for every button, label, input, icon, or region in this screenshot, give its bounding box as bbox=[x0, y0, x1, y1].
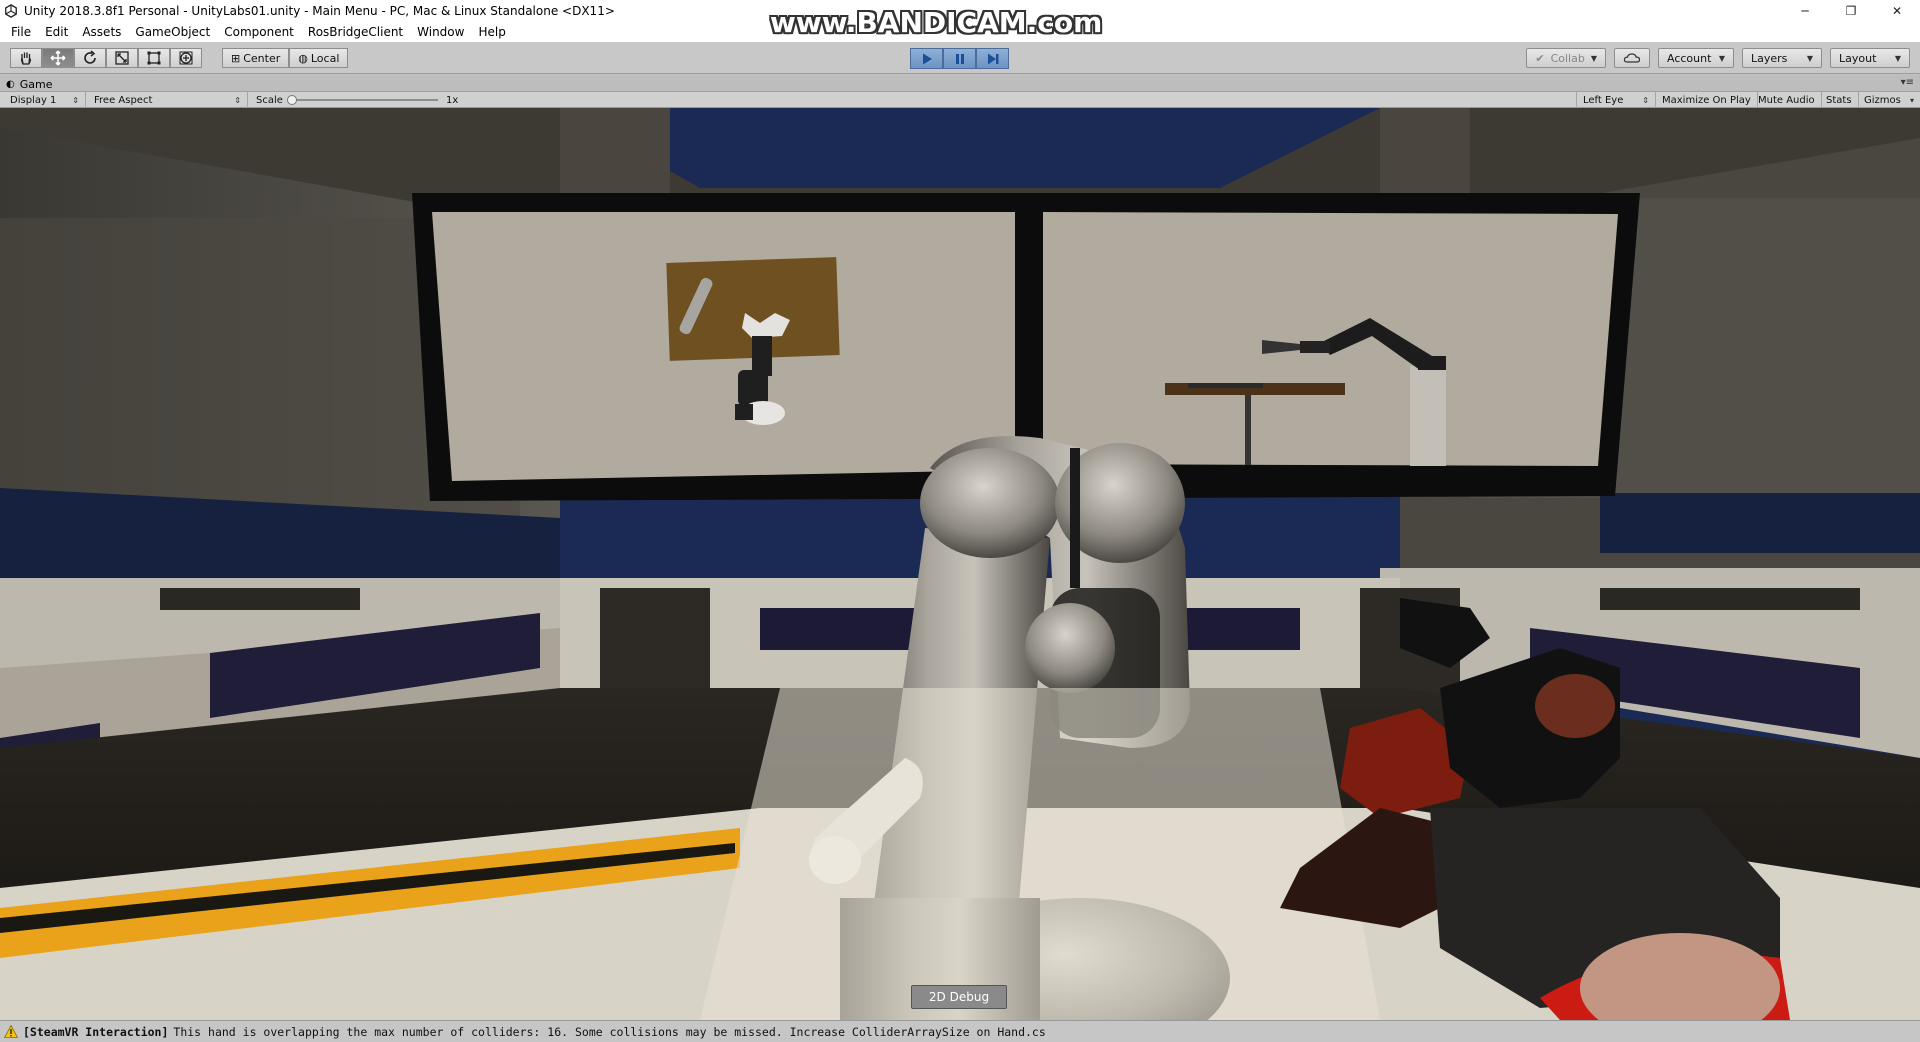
pivot-mode-label: Center bbox=[243, 51, 281, 65]
step-icon bbox=[987, 53, 998, 64]
pivot-rotation-label: Local bbox=[310, 51, 340, 65]
window-title: Unity 2018.3.8f1 Personal - UnityLabs01.… bbox=[24, 4, 615, 18]
main-toolbar: ⊞ Center ◍ Local ✔ Collab ▼ Account ▼ La… bbox=[0, 42, 1920, 74]
display-dropdown[interactable]: Display 1 ⇕ bbox=[4, 92, 86, 108]
caret-down-icon: ▾ bbox=[1909, 95, 1914, 105]
menu-assets[interactable]: Assets bbox=[75, 25, 128, 39]
right-toolbar: ✔ Collab ▼ Account ▼ Layers ▼ Layout ▼ bbox=[1526, 48, 1910, 68]
play-icon bbox=[922, 53, 932, 64]
updown-icon: ⇕ bbox=[72, 95, 79, 105]
scale-label: Scale bbox=[256, 94, 283, 106]
caret-down-icon: ▼ bbox=[1718, 53, 1725, 63]
collab-button[interactable]: ✔ Collab ▼ bbox=[1526, 48, 1606, 68]
2d-debug-button[interactable]: 2D Debug bbox=[911, 985, 1007, 1009]
step-button[interactable] bbox=[976, 48, 1009, 69]
eye-dropdown[interactable]: Left Eye ⇕ bbox=[1576, 92, 1656, 108]
move-tool-icon bbox=[50, 50, 66, 66]
menu-window[interactable]: Window bbox=[410, 25, 471, 39]
mute-audio-toggle[interactable]: Mute Audio bbox=[1752, 92, 1822, 108]
stats-toggle[interactable]: Stats bbox=[1820, 92, 1859, 108]
menu-rosbridgeclient[interactable]: RosBridgeClient bbox=[301, 25, 410, 39]
account-dropdown[interactable]: Account ▼ bbox=[1658, 48, 1734, 68]
menu-component[interactable]: Component bbox=[217, 25, 301, 39]
pivot-controls: ⊞ Center ◍ Local bbox=[222, 48, 349, 68]
maximize-on-play-toggle[interactable]: Maximize On Play bbox=[1656, 92, 1758, 108]
rotate-tool-button[interactable] bbox=[74, 48, 106, 68]
pause-icon bbox=[955, 53, 964, 64]
pivot-mode-button[interactable]: ⊞ Center bbox=[222, 48, 290, 68]
local-globe-icon: ◍ bbox=[298, 51, 308, 65]
transform-tool-button[interactable] bbox=[170, 48, 202, 68]
playback-controls bbox=[910, 48, 1009, 69]
menu-edit[interactable]: Edit bbox=[38, 25, 75, 39]
play-button[interactable] bbox=[910, 48, 943, 69]
menu-gameobject[interactable]: GameObject bbox=[128, 25, 217, 39]
minimize-button[interactable]: ─ bbox=[1782, 0, 1828, 22]
gizmos-dropdown[interactable]: Gizmos ▾ bbox=[1858, 92, 1920, 108]
collab-label: Collab bbox=[1550, 51, 1585, 65]
recording-watermark: www.BANDICAM.com bbox=[770, 6, 1103, 39]
tab-menu-icon[interactable]: ▾≡ bbox=[1901, 77, 1914, 88]
pivot-rotation-button[interactable]: ◍ Local bbox=[289, 48, 349, 68]
pivot-center-icon: ⊞ bbox=[231, 51, 241, 65]
status-message: This hand is overlapping the max number … bbox=[173, 1024, 1046, 1039]
unity-logo-icon bbox=[5, 4, 17, 18]
caret-down-icon: ▼ bbox=[1590, 53, 1597, 63]
menu-help[interactable]: Help bbox=[471, 25, 512, 39]
cloud-button[interactable] bbox=[1614, 48, 1650, 68]
scale-tool-icon bbox=[115, 51, 129, 65]
pause-button[interactable] bbox=[943, 48, 976, 69]
aspect-dropdown[interactable]: Free Aspect ⇕ bbox=[88, 92, 248, 108]
layout-label: Layout bbox=[1839, 51, 1877, 65]
layers-dropdown[interactable]: Layers ▼ bbox=[1742, 48, 1822, 68]
status-source-tag: [SteamVR Interaction] bbox=[23, 1024, 169, 1039]
account-label: Account bbox=[1667, 51, 1712, 65]
scale-slider-thumb[interactable] bbox=[287, 95, 297, 105]
eye-label: Left Eye bbox=[1583, 94, 1624, 106]
aspect-label: Free Aspect bbox=[94, 94, 153, 106]
scale-slider-track[interactable] bbox=[290, 99, 438, 101]
gizmos-label: Gizmos bbox=[1864, 94, 1901, 106]
menu-file[interactable]: File bbox=[4, 25, 38, 39]
console-status-bar[interactable]: [SteamVR Interaction] This hand is overl… bbox=[0, 1020, 1920, 1042]
game-view-toolbar: Display 1 ⇕ Free Aspect ⇕ Scale 1x Left … bbox=[0, 92, 1920, 108]
updown-icon: ⇕ bbox=[234, 95, 241, 105]
window-controls: ─ ❐ ✕ bbox=[1782, 0, 1920, 22]
layers-label: Layers bbox=[1751, 51, 1788, 65]
rect-tool-icon bbox=[147, 51, 161, 65]
caret-down-icon: ▼ bbox=[1806, 53, 1813, 63]
rotate-tool-icon bbox=[84, 50, 96, 64]
caret-down-icon: ▼ bbox=[1894, 53, 1901, 63]
tab-game-label: Game bbox=[19, 77, 53, 91]
tab-game[interactable]: ◐ Game bbox=[6, 76, 52, 92]
cloud-icon bbox=[1623, 53, 1641, 63]
game-pacman-icon: ◐ bbox=[6, 78, 15, 90]
game-viewport[interactable]: 2D Debug bbox=[0, 108, 1920, 1020]
transform-tool-icon bbox=[179, 51, 193, 65]
close-button[interactable]: ✕ bbox=[1874, 0, 1920, 22]
warning-icon bbox=[4, 1025, 18, 1038]
transform-tools bbox=[10, 48, 202, 68]
collab-check-icon: ✔ bbox=[1535, 51, 1545, 65]
vr-scene-render bbox=[0, 108, 1920, 1020]
hand-tool-button[interactable] bbox=[10, 48, 42, 68]
restore-button[interactable]: ❐ bbox=[1828, 0, 1874, 22]
updown-icon: ⇕ bbox=[1642, 95, 1649, 105]
layout-dropdown[interactable]: Layout ▼ bbox=[1830, 48, 1910, 68]
game-tab-bar: ◐ Game ▾≡ bbox=[0, 75, 1920, 92]
display-label: Display 1 bbox=[10, 94, 57, 106]
hand-tool-icon bbox=[21, 52, 32, 65]
scale-tool-button[interactable] bbox=[106, 48, 138, 68]
move-tool-button[interactable] bbox=[42, 48, 74, 68]
rect-tool-button[interactable] bbox=[138, 48, 170, 68]
scale-value: 1x bbox=[446, 94, 459, 106]
